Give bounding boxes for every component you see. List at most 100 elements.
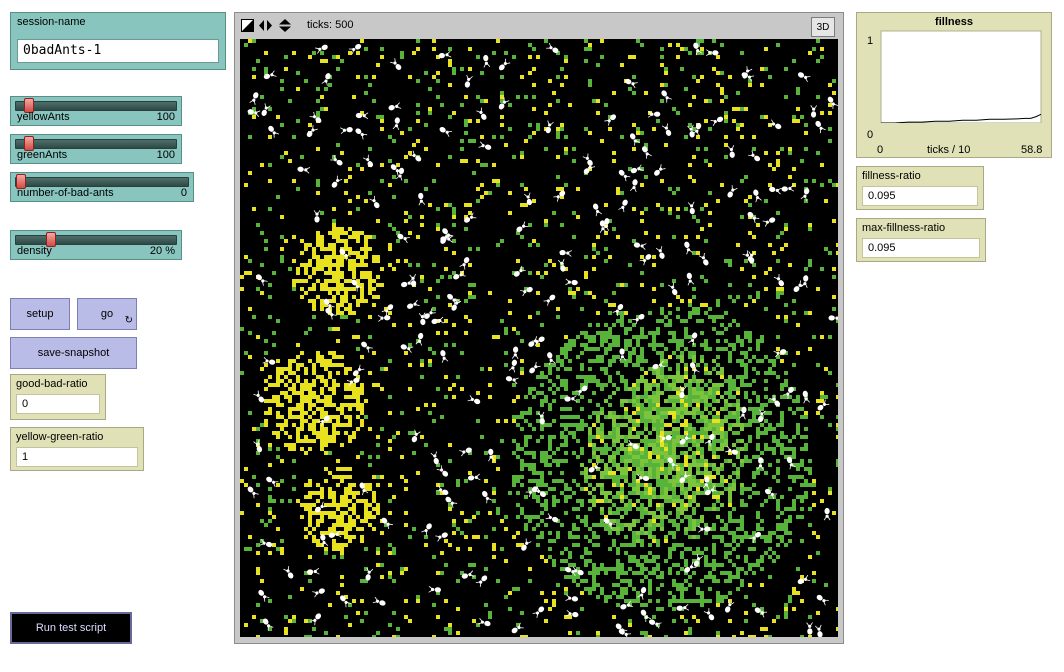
monitor-value: 0.095 bbox=[862, 186, 978, 206]
plot-xmin-label: 0 bbox=[877, 144, 884, 156]
ant-turtle bbox=[430, 451, 439, 465]
ant-turtle bbox=[377, 315, 391, 322]
monitor-value: 0 bbox=[16, 394, 100, 414]
slider-value: 100 bbox=[156, 111, 175, 123]
ant-turtle bbox=[418, 192, 426, 206]
ant-turtle bbox=[816, 594, 829, 606]
ant-turtle bbox=[727, 145, 735, 158]
ant-turtle bbox=[428, 586, 441, 593]
edit-icon[interactable] bbox=[241, 19, 254, 32]
slider-name: number-of-bad-ants bbox=[17, 187, 114, 199]
ant-turtle bbox=[361, 341, 373, 353]
ant-turtle bbox=[482, 490, 493, 504]
ant-turtle bbox=[703, 608, 715, 621]
ant-turtle bbox=[297, 166, 311, 174]
ant-turtle bbox=[312, 588, 325, 598]
slider-value: 0 bbox=[180, 187, 187, 199]
slider-number-of-bad-ants[interactable]: number-of-bad-ants 0 bbox=[10, 172, 194, 202]
ant-turtle bbox=[467, 395, 481, 405]
slider-name: greenAnts bbox=[17, 149, 68, 161]
forever-icon: ↻ bbox=[124, 315, 133, 326]
ant-turtle bbox=[439, 126, 453, 137]
3d-view-button[interactable]: 3D bbox=[811, 17, 835, 37]
ant-turtle bbox=[436, 465, 449, 477]
slider-track[interactable] bbox=[15, 139, 177, 149]
plot-xlabel: ticks / 10 bbox=[927, 144, 971, 156]
slider-track[interactable] bbox=[15, 101, 177, 111]
go-button[interactable]: go ↻ bbox=[77, 298, 137, 330]
ant-turtle bbox=[355, 128, 368, 140]
ant-turtle bbox=[727, 185, 738, 198]
save-snapshot-button[interactable]: save-snapshot bbox=[10, 337, 137, 369]
slider-track[interactable] bbox=[15, 235, 177, 245]
ant-turtle bbox=[797, 72, 811, 83]
monitor-label: yellow-green-ratio bbox=[16, 431, 104, 443]
ant-turtle bbox=[582, 153, 593, 166]
session-name-input[interactable]: 0badAnts-1 bbox=[17, 39, 219, 63]
ant-turtle bbox=[306, 125, 318, 137]
ant-turtle bbox=[369, 195, 380, 209]
setup-button[interactable]: setup bbox=[10, 298, 70, 330]
ant-turtle bbox=[421, 523, 432, 536]
view-toolbar: ticks: 500 3D bbox=[235, 13, 843, 39]
ant-turtle bbox=[331, 175, 343, 188]
ant-turtle bbox=[431, 316, 445, 325]
ant-turtle bbox=[668, 282, 678, 296]
monitor-label: fillness-ratio bbox=[862, 170, 921, 182]
ant-turtle bbox=[698, 252, 709, 266]
ant-turtle bbox=[815, 624, 823, 637]
session-name-widget: session-name 0badAnts-1 bbox=[10, 12, 226, 70]
ant-turtle bbox=[253, 390, 265, 403]
slider-value: 100 bbox=[156, 149, 175, 161]
slider-density[interactable]: density 20 % bbox=[10, 230, 182, 260]
monitor-label: max-fillness-ratio bbox=[862, 222, 946, 234]
yellow-green-ratio-monitor: yellow-green-ratio 1 bbox=[10, 427, 144, 471]
ant-turtle bbox=[654, 164, 666, 176]
ant-turtle bbox=[565, 594, 579, 602]
ant-turtle bbox=[661, 123, 672, 136]
world-canvas[interactable] bbox=[240, 39, 838, 637]
horizontal-arrows-icon[interactable] bbox=[259, 20, 272, 31]
setup-button-label: setup bbox=[26, 308, 54, 320]
ant-turtle bbox=[773, 349, 787, 358]
ant-turtle bbox=[529, 361, 541, 374]
ant-turtle bbox=[748, 150, 761, 162]
ant-turtle bbox=[655, 246, 665, 259]
run-test-script-button[interactable]: Run test script bbox=[10, 612, 132, 644]
ant-turtle bbox=[553, 190, 566, 202]
ant-turtle bbox=[592, 203, 602, 217]
ant-turtle bbox=[686, 272, 695, 286]
plot-ymin-label: 0 bbox=[867, 129, 874, 141]
ant-turtle bbox=[781, 184, 795, 192]
ant-turtle bbox=[684, 241, 693, 255]
ticks-counter: ticks: 500 bbox=[307, 19, 354, 31]
ant-turtle bbox=[768, 119, 782, 130]
go-button-label: go bbox=[100, 308, 114, 320]
session-name-label: session-name bbox=[17, 16, 86, 28]
ant-turtle bbox=[464, 74, 473, 88]
ant-turtle bbox=[407, 299, 420, 309]
slider-yellow-ants[interactable]: yellowAnts 100 bbox=[10, 96, 182, 126]
ant-turtle bbox=[478, 141, 492, 150]
fillness-plot: fillness 1 0 0 ticks / 10 58.8 bbox=[856, 12, 1052, 158]
ant-turtle bbox=[253, 439, 263, 453]
save-snapshot-label: save-snapshot bbox=[37, 347, 110, 359]
ant-turtle bbox=[640, 609, 652, 622]
ant-turtle bbox=[559, 250, 573, 257]
ant-turtle bbox=[459, 257, 470, 270]
ant-turtle bbox=[604, 114, 617, 126]
monitor-value: 1 bbox=[16, 447, 138, 467]
ant-turtle bbox=[438, 50, 452, 59]
ant-turtle bbox=[618, 199, 628, 213]
ant-turtle bbox=[488, 448, 495, 462]
slider-green-ants[interactable]: greenAnts 100 bbox=[10, 134, 182, 164]
ant-turtle bbox=[508, 359, 518, 373]
ant-turtle bbox=[505, 376, 519, 385]
ant-turtle bbox=[313, 210, 321, 223]
ant-turtle bbox=[475, 575, 488, 587]
ant-turtle bbox=[256, 274, 268, 286]
slider-track[interactable] bbox=[15, 177, 189, 187]
ant-turtle bbox=[483, 54, 491, 68]
vertical-arrows-icon[interactable] bbox=[279, 19, 291, 32]
ant-turtle bbox=[363, 154, 374, 168]
